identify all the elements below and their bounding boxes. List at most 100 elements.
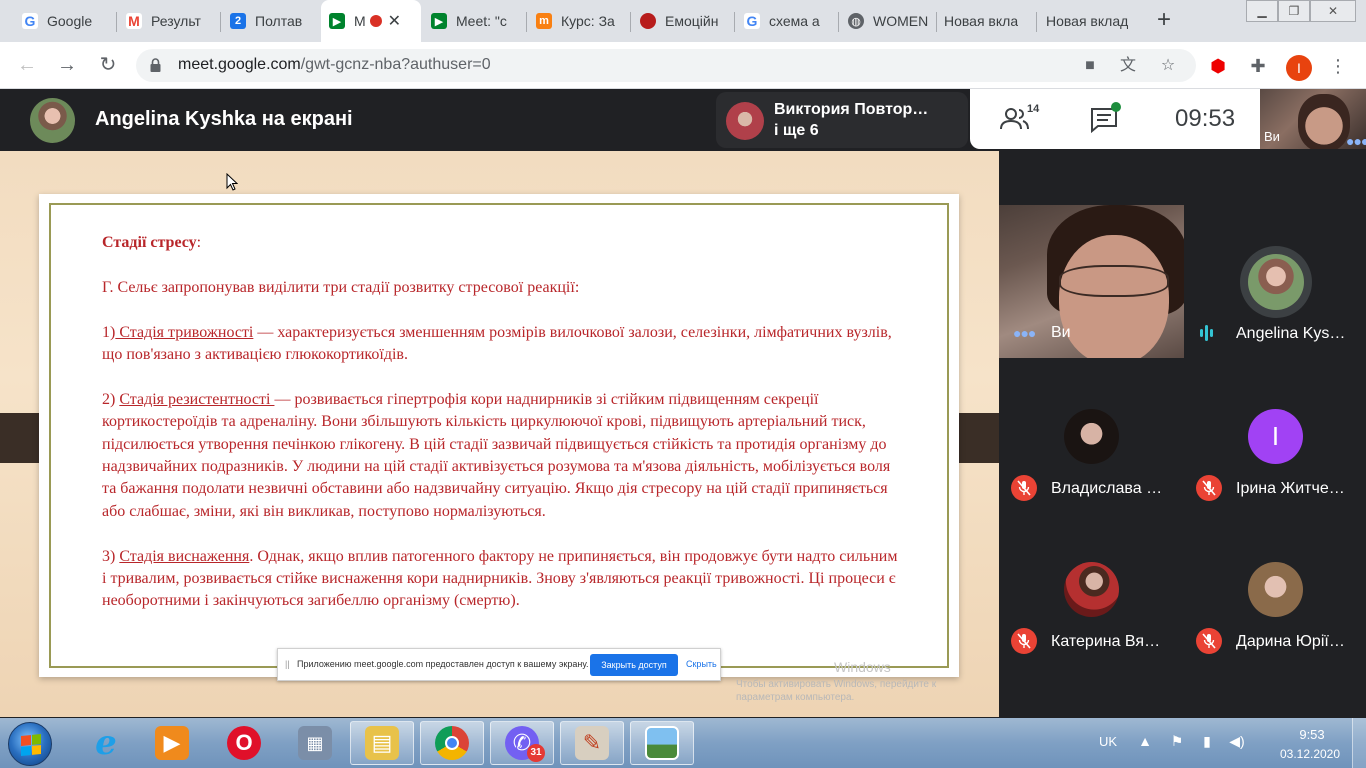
taskbar-paint[interactable]: ✎ [560, 721, 624, 765]
more-options-dots-icon[interactable]: ●●● [1346, 133, 1366, 149]
mouse-cursor-icon [226, 173, 238, 191]
profile-avatar[interactable]: I [1286, 55, 1312, 81]
windows-logo-icon [21, 733, 41, 757]
taskbar-viber[interactable]: ✆ 31 [490, 721, 554, 765]
other-participants-pill[interactable]: Виктория Повтор… і ще 6 [716, 92, 968, 148]
browser-tab-strip: G Google M Результ 2 Полтав ▶ М ✕ ▶ Meet… [0, 0, 1366, 42]
presenter-avatar [30, 98, 75, 143]
tab-google-search[interactable]: G схема а [736, 4, 836, 38]
reload-icon[interactable]: ↻ [96, 53, 120, 77]
slide-body: Стадії стресу: Г. Сельє запропонував вид… [102, 232, 902, 635]
speaking-indicator-icon [1200, 325, 1220, 341]
volume-icon[interactable]: ◀) [1228, 732, 1246, 750]
drag-handle-icon[interactable]: || [285, 659, 290, 669]
tab-moodle[interactable]: m Курс: За [528, 4, 628, 38]
adblock-extension-icon[interactable]: ⬢ [1206, 54, 1230, 78]
screen-share-notification: || Приложению meet.google.com предоставл… [277, 648, 721, 681]
address-bar[interactable]: meet.google.com/gwt-gcnz-nba?authuser=0 … [136, 49, 1196, 82]
show-hidden-icons-icon[interactable]: ▲ [1136, 732, 1154, 750]
meet-icon: ▶ [329, 13, 345, 29]
notification-badge: 31 [527, 744, 545, 762]
close-window-icon[interactable]: ✕ [1310, 0, 1356, 22]
forward-arrow-icon[interactable]: → [55, 53, 79, 77]
language-indicator[interactable]: UK [1099, 734, 1117, 749]
tab-meet-active[interactable]: ▶ М ✕ [321, 0, 421, 42]
self-preview-thumbnail[interactable]: Ви ●●● [1260, 89, 1366, 149]
taskbar-calculator[interactable]: ▦ [283, 721, 347, 765]
presentation-stage: Стадії стресу: Г. Сельє запропонував вид… [0, 151, 999, 717]
slide-stage-3: 3) Стадія виснаження. Однак, якщо вплив … [102, 547, 898, 610]
paint-palette-icon: ✎ [575, 726, 609, 760]
tab-women[interactable]: ◍ WOMEN [840, 4, 936, 38]
taskbar-file-explorer[interactable]: ▤ [350, 721, 414, 765]
camera-icon[interactable]: ■ [1080, 56, 1100, 76]
action-center-flag-icon[interactable]: ⚑ [1168, 732, 1186, 750]
meet-top-controls: 14 09:53 [970, 89, 1260, 149]
avatar [1064, 409, 1119, 464]
tab-emotions[interactable]: Емоційн [632, 4, 732, 38]
google-g-icon: G [22, 13, 38, 29]
browser-toolbar: ← → ↻ meet.google.com/gwt-gcnz-nba?authu… [0, 42, 1366, 89]
taskbar-internet-explorer[interactable]: e [74, 721, 138, 765]
participant-count: 14 [1027, 103, 1040, 115]
calendar-2-icon: 2 [230, 13, 246, 29]
back-arrow-icon[interactable]: ← [15, 53, 39, 77]
translate-icon[interactable]: 文 [1118, 56, 1138, 76]
close-tab-icon[interactable]: ✕ [388, 11, 401, 31]
taskbar-photo-viewer[interactable] [630, 721, 694, 765]
avatar [1248, 562, 1303, 617]
tab-gmail[interactable]: M Результ [118, 4, 218, 38]
slide-stage-1: 1) Стадія тривожності — характеризується… [102, 323, 892, 363]
tab-new-2[interactable]: Новая вклад [1038, 4, 1138, 38]
new-tab-button[interactable]: + [1150, 6, 1178, 34]
chrome-menu-icon[interactable]: ⋮ [1326, 54, 1350, 78]
tile-self-video[interactable]: ●●● Ви [999, 205, 1184, 358]
participant-avatar [726, 102, 764, 140]
self-preview-label: Ви [1264, 129, 1280, 144]
meeting-clock: 09:53 [1175, 105, 1236, 132]
hide-notification-link[interactable]: Скрыть [686, 659, 717, 669]
folder-icon: ▤ [365, 726, 399, 760]
muted-mic-icon [1196, 475, 1222, 501]
muted-mic-icon [1196, 628, 1222, 654]
presenter-label: Angelina Kyshka на екрані [95, 108, 353, 130]
taskbar-chrome[interactable] [420, 721, 484, 765]
lock-icon [150, 58, 161, 72]
url-text: meet.google.com/gwt-gcnz-nba?authuser=0 [178, 56, 491, 73]
network-signal-icon[interactable]: ▮ [1198, 732, 1216, 750]
avatar: І [1248, 409, 1303, 464]
taskbar-media-player[interactable]: ▶ [140, 721, 204, 765]
stop-sharing-button[interactable]: Закрыть доступ [590, 654, 678, 676]
tab-google[interactable]: G Google [14, 4, 114, 38]
record-icon [640, 13, 656, 29]
tray-date[interactable]: 03.12.2020 [1270, 747, 1350, 761]
restore-icon[interactable]: ❐ [1278, 0, 1310, 22]
new-message-dot [1111, 102, 1121, 112]
chrome-icon [435, 726, 469, 760]
muted-mic-icon [1011, 475, 1037, 501]
media-player-icon: ▶ [155, 726, 189, 760]
people-icon[interactable] [1000, 107, 1030, 131]
slide-stage-2: 2) Стадія резистентності — розвивається … [102, 390, 891, 520]
avatar [1248, 254, 1304, 310]
bookmark-star-icon[interactable]: ☆ [1158, 56, 1178, 76]
extensions-puzzle-icon[interactable]: ✚ [1246, 54, 1270, 78]
more-options-dots-icon[interactable]: ●●● [1013, 325, 1036, 341]
tile-label: Ви [1051, 324, 1071, 341]
slide-heading: Стадії стресу [102, 234, 197, 251]
start-button[interactable] [8, 722, 52, 766]
moodle-icon: m [536, 13, 552, 29]
window-controls: ▁ ❐ ✕ [1246, 0, 1356, 22]
windows-taskbar: e ▶ O ▦ ▤ ✆ 31 ✎ UK ▲ ⚑ ▮ ◀) 9:53 03.12.… [0, 718, 1366, 768]
activation-watermark-title: Windows [834, 659, 891, 675]
presentation-slide: Стадії стресу: Г. Сельє запропонував вид… [39, 194, 959, 703]
show-desktop-button[interactable] [1352, 718, 1366, 768]
tab-calendar[interactable]: 2 Полтав [222, 4, 322, 38]
minimize-icon[interactable]: ▁ [1246, 0, 1278, 22]
calculator-icon: ▦ [298, 726, 332, 760]
muted-mic-icon [1011, 628, 1037, 654]
taskbar-opera[interactable]: O [212, 721, 276, 765]
tray-time[interactable]: 9:53 [1282, 727, 1342, 742]
tab-meet-2[interactable]: ▶ Meet: "c [423, 4, 523, 38]
tab-new-1[interactable]: Новая вкла [936, 4, 1036, 38]
